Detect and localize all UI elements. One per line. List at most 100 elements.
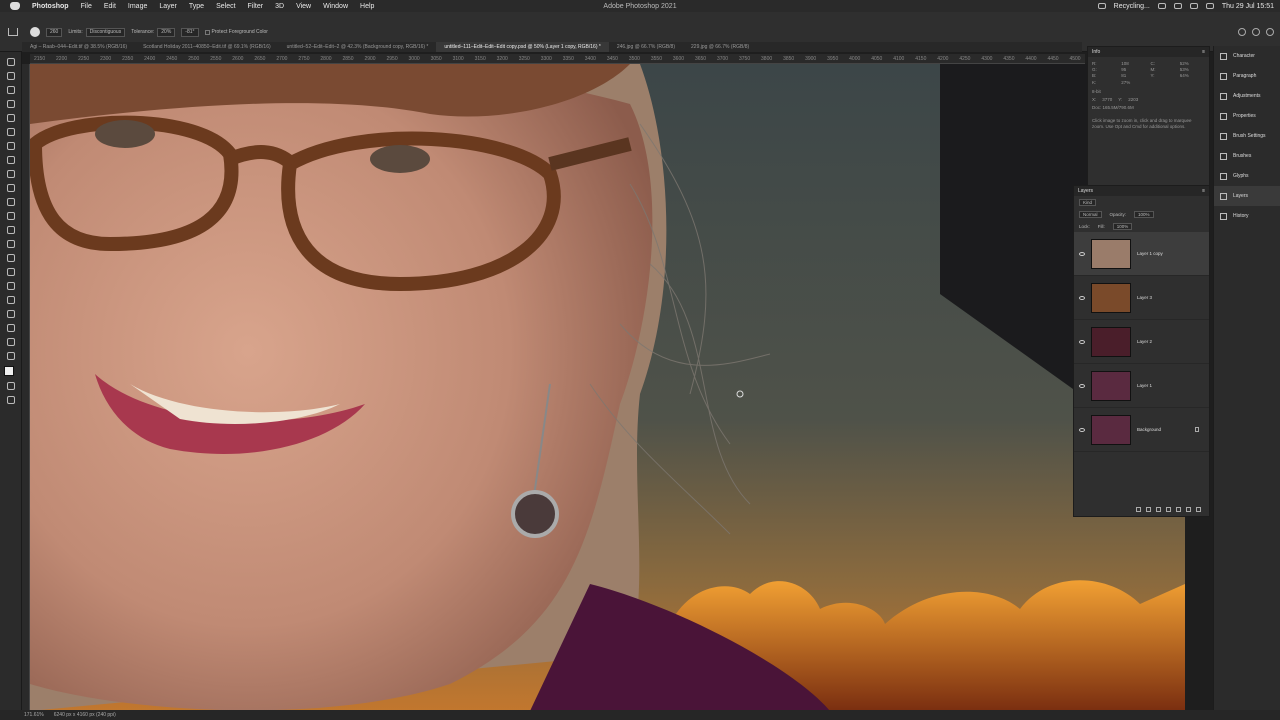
- dock-layers[interactable]: Layers: [1214, 186, 1280, 206]
- layer-thumbnail[interactable]: [1091, 282, 1131, 313]
- type-tool-icon[interactable]: [7, 282, 15, 290]
- layer-row[interactable]: Background: [1074, 408, 1209, 452]
- bluetooth-icon[interactable]: [1173, 3, 1182, 9]
- add-mask-icon[interactable]: [1156, 507, 1161, 512]
- opacity-input[interactable]: 100%: [1134, 210, 1154, 218]
- panel-menu-icon[interactable]: ≡: [1202, 49, 1205, 55]
- home-icon[interactable]: [8, 28, 18, 36]
- layer-row[interactable]: Layer 3: [1074, 276, 1209, 320]
- share-icon[interactable]: [1266, 28, 1274, 36]
- foreground-color-swatch[interactable]: [4, 366, 14, 376]
- protect-fg-checkbox[interactable]: [204, 29, 210, 35]
- blend-mode-select[interactable]: Normal: [1079, 210, 1102, 218]
- frame-tool-icon[interactable]: [7, 128, 15, 136]
- healing-brush-icon[interactable]: [7, 156, 15, 164]
- eraser-tool-icon[interactable]: [7, 212, 15, 220]
- menu-image[interactable]: Image: [122, 3, 153, 10]
- new-layer-icon[interactable]: [1186, 507, 1191, 512]
- angle-input[interactable]: -81°: [181, 27, 199, 37]
- document-tab[interactable]: 246.jpg @ 66.7% (RGB/8): [609, 42, 683, 52]
- layer-row[interactable]: Layer 1 copy: [1074, 232, 1209, 276]
- eye-icon[interactable]: [1079, 427, 1085, 432]
- tolerance-input[interactable]: 20%: [157, 27, 176, 37]
- layers-panel-title[interactable]: Layers: [1078, 188, 1093, 194]
- battery-icon[interactable]: [1189, 3, 1198, 9]
- lasso-tool-icon[interactable]: [7, 86, 15, 94]
- menu-view[interactable]: View: [290, 3, 317, 10]
- screen-mode-icon[interactable]: [7, 396, 15, 404]
- status-recycle-icon[interactable]: [1097, 3, 1106, 9]
- tool-preset-icon[interactable]: [30, 27, 40, 37]
- layer-style-icon[interactable]: [1146, 507, 1151, 512]
- zoom-level[interactable]: 171.61%: [24, 712, 44, 718]
- adjustment-layer-icon[interactable]: [1166, 507, 1171, 512]
- menu-edit[interactable]: Edit: [98, 3, 122, 10]
- info-panel-title[interactable]: Info: [1092, 49, 1100, 55]
- lock-icon[interactable]: [1195, 427, 1199, 432]
- panel-menu-icon[interactable]: ≡: [1202, 188, 1205, 194]
- search-icon[interactable]: [1205, 3, 1214, 9]
- layer-thumbnail[interactable]: [1091, 370, 1131, 401]
- dock-brushes[interactable]: Brushes: [1214, 146, 1280, 166]
- status-app-text[interactable]: Recycling...: [1114, 3, 1150, 10]
- clone-stamp-icon[interactable]: [7, 184, 15, 192]
- layer-name[interactable]: Layer 2: [1137, 339, 1152, 344]
- menu-type[interactable]: Type: [183, 3, 210, 10]
- dock-adjustments[interactable]: Adjustments: [1214, 86, 1280, 106]
- limits-select[interactable]: Discontiguous: [85, 27, 126, 37]
- dock-history[interactable]: History: [1214, 206, 1280, 226]
- more-tools-icon[interactable]: [7, 352, 15, 360]
- vertical-ruler[interactable]: [22, 64, 30, 710]
- eye-icon[interactable]: [1079, 383, 1085, 388]
- menu-select[interactable]: Select: [210, 3, 241, 10]
- history-brush-icon[interactable]: [7, 198, 15, 206]
- document-canvas[interactable]: [30, 64, 1185, 711]
- eye-icon[interactable]: [1079, 251, 1085, 256]
- blur-tool-icon[interactable]: [7, 240, 15, 248]
- search-icon[interactable]: [1238, 28, 1246, 36]
- dock-paragraph[interactable]: Paragraph: [1214, 66, 1280, 86]
- brush-tool-icon[interactable]: [7, 170, 15, 178]
- layer-row[interactable]: Layer 1: [1074, 364, 1209, 408]
- layer-thumbnail[interactable]: [1091, 414, 1131, 445]
- delete-layer-icon[interactable]: [1196, 507, 1201, 512]
- menu-3d[interactable]: 3D: [269, 3, 290, 10]
- apple-icon[interactable]: [10, 2, 20, 10]
- crop-tool-icon[interactable]: [7, 114, 15, 122]
- horizontal-ruler[interactable]: 2150 2200 2250 2300 2350 2400 2450 2500 2550 2600…: [30, 54, 1085, 64]
- pen-tool-icon[interactable]: [7, 268, 15, 276]
- hand-tool-icon[interactable]: [7, 324, 15, 332]
- canvas-image[interactable]: [30, 64, 1185, 711]
- eye-icon[interactable]: [1079, 295, 1085, 300]
- dock-glyphs[interactable]: Glyphs: [1214, 166, 1280, 186]
- document-size[interactable]: 6240 px x 4160 px (240 ppi): [54, 712, 116, 718]
- menu-app-name[interactable]: Photoshop: [26, 3, 75, 10]
- menu-file[interactable]: File: [75, 3, 98, 10]
- wifi-icon[interactable]: [1157, 3, 1166, 9]
- dock-properties[interactable]: Properties: [1214, 106, 1280, 126]
- shape-tool-icon[interactable]: [7, 310, 15, 318]
- layer-filter-kind[interactable]: Kind: [1079, 198, 1097, 206]
- layer-name[interactable]: Layer 1: [1137, 383, 1152, 388]
- quick-mask-icon[interactable]: [7, 382, 15, 390]
- move-tool-icon[interactable]: [7, 58, 15, 66]
- clock-text[interactable]: Thu 29 Jul 15:51: [1222, 3, 1274, 10]
- eyedropper-tool-icon[interactable]: [7, 142, 15, 150]
- eye-icon[interactable]: [1079, 339, 1085, 344]
- layer-name[interactable]: Layer 1 copy: [1137, 251, 1163, 256]
- menu-window[interactable]: Window: [317, 3, 354, 10]
- layer-name[interactable]: Background: [1137, 427, 1161, 432]
- gradient-tool-icon[interactable]: [7, 226, 15, 234]
- layer-name[interactable]: Layer 3: [1137, 295, 1152, 300]
- zoom-tool-icon[interactable]: [7, 338, 15, 346]
- menu-filter[interactable]: Filter: [242, 3, 270, 10]
- new-group-icon[interactable]: [1176, 507, 1181, 512]
- quick-select-tool-icon[interactable]: [7, 100, 15, 108]
- dock-brush-settings[interactable]: Brush Settings: [1214, 126, 1280, 146]
- layer-row[interactable]: Layer 2: [1074, 320, 1209, 364]
- menu-layer[interactable]: Layer: [153, 3, 183, 10]
- brush-size-picker[interactable]: 260: [46, 27, 63, 37]
- path-select-icon[interactable]: [7, 296, 15, 304]
- document-tab[interactable]: untitled–52–Edit–Edit–2 @ 42.3% (Backgro…: [279, 42, 437, 52]
- document-tab[interactable]: Scotland Holiday 2011–40850–Edit.tif @ 6…: [135, 42, 279, 52]
